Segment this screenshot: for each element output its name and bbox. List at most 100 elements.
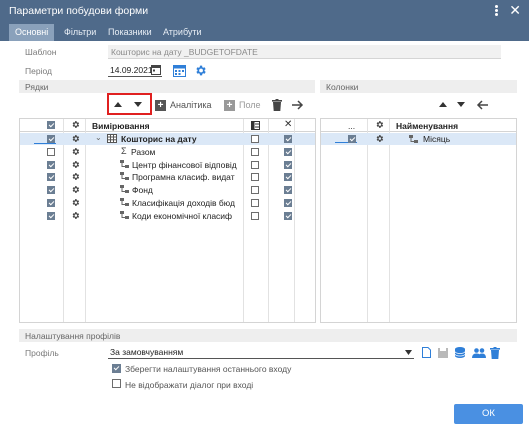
row-column-checkbox[interactable] (251, 186, 259, 195)
select-all-checkbox[interactable] (47, 121, 55, 129)
row-column-checkbox[interactable] (251, 199, 259, 207)
row-visible-checkbox[interactable] (47, 199, 55, 207)
rows-grid: Вимірювання ✕ ⌄ Кошторис на дату Σ Разом Цен… (19, 118, 316, 323)
column-layout-icon (251, 121, 260, 130)
tab-filters[interactable]: Фільтри (58, 24, 102, 41)
row-visible-checkbox[interactable] (47, 211, 55, 220)
more-options-icon[interactable] (492, 4, 500, 18)
rows-grid-header: Вимірювання ✕ (20, 119, 315, 132)
row-column-checkbox[interactable] (251, 135, 259, 143)
row-gear-icon[interactable] (71, 198, 80, 207)
row-gear-icon[interactable] (71, 211, 80, 220)
row-dimension-name: Програмна класиф. видат (132, 172, 235, 183)
move-up-arrow-icon[interactable] (113, 99, 123, 109)
window-title: Параметри побудови форми (9, 5, 149, 17)
remove-column-icon: ✕ (284, 119, 293, 130)
hierarchy-icon (120, 159, 129, 168)
save-profile-icon[interactable] (437, 346, 449, 359)
row-include-checkbox[interactable] (284, 160, 292, 169)
column-name: Місяць (423, 134, 451, 144)
move-left-arrow-icon[interactable] (475, 98, 489, 111)
profile-label: Профіль (25, 348, 59, 358)
hierarchy-icon (120, 185, 129, 194)
row-include-checkbox[interactable] (284, 199, 292, 207)
tab-main[interactable]: Основні (9, 24, 55, 41)
row-gear-icon[interactable] (71, 185, 80, 194)
row-column-checkbox[interactable] (251, 160, 259, 169)
columns-move-up-arrow-icon[interactable] (438, 99, 448, 109)
rows-grid-row[interactable]: Центр фінансової відповід (20, 159, 315, 171)
period-settings-gear-icon[interactable] (193, 63, 207, 77)
close-icon[interactable]: ✕ (509, 3, 521, 17)
profile-select[interactable]: За замовчуванням (108, 346, 414, 359)
rows-grid-row[interactable]: Фонд (20, 184, 315, 196)
tab-attributes[interactable]: Атрибути (157, 24, 208, 41)
add-field-button[interactable]: + Поле (224, 98, 266, 112)
row-dimension-name: Кошторис на дату (121, 134, 197, 144)
rows-grid-row[interactable]: Класифікація доходів бюд (20, 197, 315, 209)
new-profile-document-icon[interactable] (421, 346, 432, 359)
dimension-column-header: Вимірювання (92, 121, 150, 131)
row-include-checkbox[interactable] (284, 147, 292, 156)
period-label: Період (25, 66, 52, 76)
row-include-checkbox[interactable] (284, 186, 292, 195)
add-field-label: Поле (239, 100, 261, 110)
row-column-checkbox[interactable] (251, 173, 259, 182)
add-analytics-button[interactable]: + Аналітика (155, 98, 219, 112)
expand-chevron-icon[interactable]: ⌄ (95, 133, 102, 142)
tab-indicators[interactable]: Показники (102, 24, 158, 41)
row-gear-icon[interactable] (71, 147, 80, 156)
columns-grid: ... Найменування Місяць (320, 118, 517, 323)
columns-header-gear-icon (376, 121, 384, 128)
ok-button[interactable]: ОК (454, 404, 523, 424)
move-right-arrow-icon[interactable] (291, 98, 305, 111)
row-dimension-name: Центр фінансової відповід (132, 159, 237, 170)
row-gear-icon[interactable] (71, 160, 80, 169)
row-dimension-name: Разом (131, 146, 156, 157)
row-column-checkbox[interactable] (251, 211, 259, 220)
column-gear-icon[interactable] (375, 134, 384, 143)
row-dimension-name: Класифікація доходів бюд (132, 198, 235, 208)
tab-bar: Основні Фільтри Показники Атрибути (0, 22, 529, 41)
rows-grid-row[interactable]: ⌄ Кошторис на дату (20, 133, 315, 145)
columns-row[interactable]: Місяць (321, 133, 516, 145)
table-icon (107, 134, 117, 143)
columns-move-down-arrow-icon[interactable] (456, 99, 466, 109)
database-icon[interactable] (454, 346, 466, 359)
row-visible-checkbox[interactable] (47, 147, 55, 156)
columns-section-header: Колонки (320, 80, 517, 93)
row-include-checkbox[interactable] (284, 211, 292, 220)
row-visible-checkbox[interactable] (47, 186, 55, 195)
users-icon[interactable] (471, 346, 486, 359)
template-label: Шаблон (25, 47, 57, 57)
row-visible-checkbox[interactable] (47, 135, 55, 143)
row-include-checkbox[interactable] (284, 135, 292, 143)
row-visible-checkbox[interactable] (47, 173, 55, 182)
save-last-login-label: Зберегти налаштування останнього входу (125, 364, 292, 374)
row-visible-checkbox[interactable] (47, 160, 55, 169)
rows-grid-row[interactable]: Коди економічної класиф (20, 210, 315, 222)
delete-profile-trash-icon[interactable] (489, 346, 501, 359)
row-dimension-name: Фонд (132, 185, 153, 196)
calendar-icon[interactable] (172, 63, 186, 77)
row-include-checkbox[interactable] (284, 173, 292, 182)
row-focus-underline (34, 143, 56, 144)
hide-dialog-checkbox[interactable] (112, 379, 121, 388)
hierarchy-icon (120, 172, 129, 181)
name-column-header: Найменування (396, 121, 459, 131)
template-field: Кошторис на дату _BUDGETOFDATE (108, 45, 501, 59)
column-checkbox[interactable] (348, 135, 356, 143)
row-gear-icon[interactable] (71, 172, 80, 181)
move-down-arrow-icon[interactable] (133, 99, 143, 109)
save-last-login-checkbox[interactable] (112, 364, 121, 373)
rows-grid-row[interactable]: Програмна класиф. видат (20, 171, 315, 183)
sum-icon: Σ (121, 145, 127, 156)
plus-icon: + (224, 99, 235, 111)
delete-row-trash-icon[interactable] (271, 98, 283, 111)
rows-section-header: Рядки (19, 80, 315, 93)
period-date-value: 14.09.2021 (110, 65, 153, 75)
row-column-checkbox[interactable] (251, 147, 259, 156)
date-picker-icon[interactable] (150, 63, 162, 76)
row-gear-icon[interactable] (71, 134, 80, 143)
rows-grid-row[interactable]: Σ Разом (20, 146, 315, 158)
